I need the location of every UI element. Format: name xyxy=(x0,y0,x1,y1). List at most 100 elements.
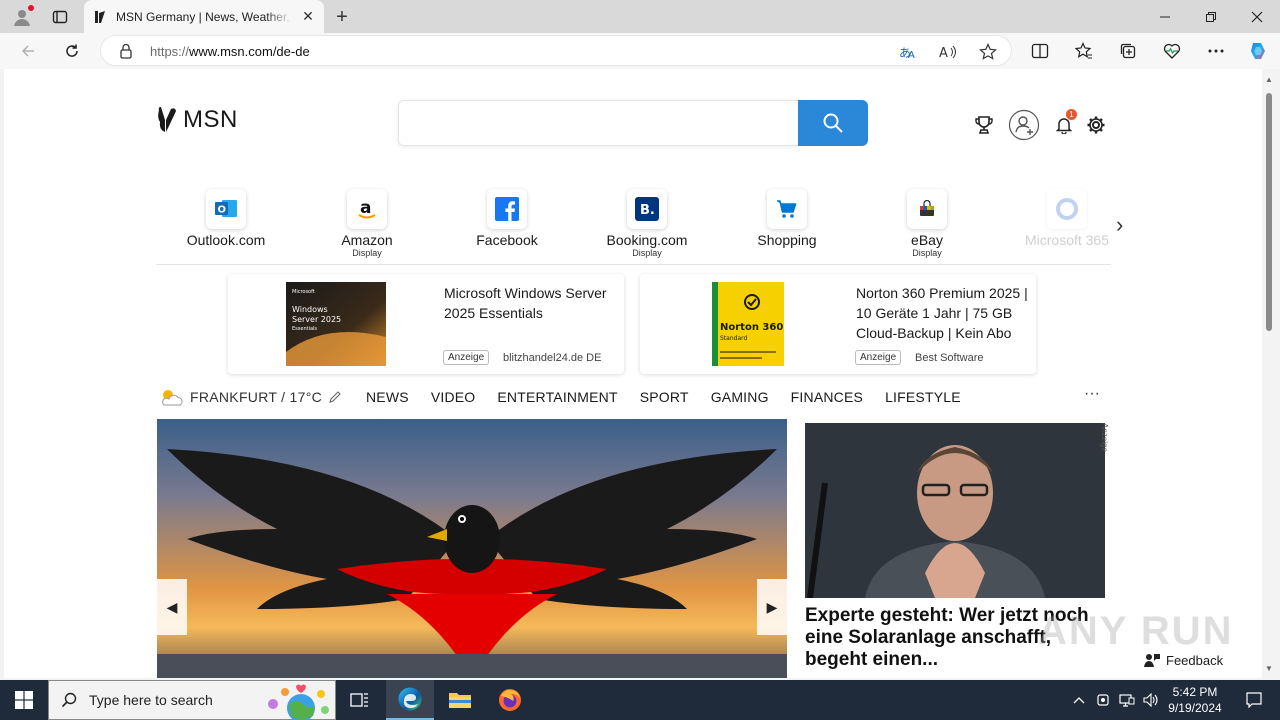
favorites-button[interactable] xyxy=(1070,37,1098,65)
nav-finances[interactable]: FINANCES xyxy=(791,389,863,405)
clock-time: 5:42 PM xyxy=(1172,685,1218,699)
restore-button[interactable] xyxy=(1188,0,1234,33)
profile-button[interactable] xyxy=(10,5,34,29)
edit-pencil-icon[interactable] xyxy=(328,390,342,404)
back-button[interactable] xyxy=(14,37,42,65)
folder-icon xyxy=(449,693,471,708)
url-scheme: https:// xyxy=(150,44,190,59)
nav-entertainment[interactable]: ENTERTAINMENT xyxy=(497,389,617,405)
tab-strip: MSN Germany | News, Weather, Sports ✕ + xyxy=(0,0,1280,33)
favorite-star-icon[interactable] xyxy=(977,41,999,63)
weather-widget[interactable]: FRANKFURT / 17°C xyxy=(158,387,342,407)
nav-lifestyle[interactable]: LIFESTYLE xyxy=(885,389,961,405)
feedback-icon xyxy=(1144,654,1160,667)
volume-icon[interactable] xyxy=(1140,680,1162,720)
url-text[interactable]: https://www.msn.com/de-de xyxy=(150,44,310,59)
lock-icon[interactable] xyxy=(119,43,133,62)
tab-close-icon[interactable]: ✕ xyxy=(300,8,316,25)
svg-text:a: a xyxy=(360,198,371,218)
msn-wordmark: MSN xyxy=(183,106,238,133)
quicklink-ebay[interactable]: eBay Display xyxy=(857,189,997,258)
nav-news[interactable]: NEWS xyxy=(366,389,409,405)
search-highlight-globe-icon xyxy=(268,684,329,720)
ad-image-line1: Standard xyxy=(720,335,747,342)
scrollbar-thumb[interactable] xyxy=(1266,93,1272,331)
read-aloud-icon[interactable]: A xyxy=(937,41,959,63)
minimize-icon xyxy=(1160,16,1170,17)
start-button[interactable] xyxy=(0,680,48,720)
msn-logo[interactable]: MSN xyxy=(157,106,238,134)
copilot-button[interactable] xyxy=(1244,37,1272,65)
tab-msn[interactable]: MSN Germany | News, Weather, Sports ✕ xyxy=(84,0,324,33)
new-tab-button[interactable]: + xyxy=(330,5,354,29)
network-icon[interactable] xyxy=(1116,680,1138,720)
more-dots-icon xyxy=(1208,49,1224,53)
taskbar-search-placeholder: Type here to search xyxy=(89,692,213,708)
translate-icon[interactable]: あA xyxy=(897,41,919,63)
taskbar-firefox[interactable] xyxy=(486,680,534,720)
quicklink-facebook[interactable]: Facebook xyxy=(437,189,577,248)
gear-icon xyxy=(1087,116,1105,134)
minimize-button[interactable] xyxy=(1142,0,1188,33)
tray-overflow-chevron-icon[interactable] xyxy=(1068,680,1090,720)
split-screen-button[interactable] xyxy=(1026,37,1054,65)
settings-more-button[interactable] xyxy=(1202,37,1230,65)
tab-actions-button[interactable] xyxy=(46,5,74,29)
notifications-button[interactable]: 1 xyxy=(1048,109,1080,141)
ad-image-line2: Server 2025 xyxy=(292,315,341,324)
facebook-icon xyxy=(487,189,527,229)
search-button[interactable] xyxy=(798,100,868,146)
scroll-up-arrow-icon[interactable]: ▲ xyxy=(1264,75,1274,85)
refresh-button[interactable] xyxy=(58,37,86,65)
quicklinks-next-chevron-icon[interactable]: › xyxy=(1116,212,1123,238)
quicklink-label: eBay xyxy=(911,232,943,248)
quicklink-booking[interactable]: B. Booking.com Display xyxy=(577,189,717,258)
quicklink-amazon[interactable]: a Amazon Display xyxy=(297,189,437,258)
taskbar-edge[interactable] xyxy=(386,680,434,720)
ad-tag: Anzeige xyxy=(443,350,490,365)
browser-essentials-button[interactable] xyxy=(1158,37,1186,65)
search-input[interactable] xyxy=(398,100,798,146)
nav-video[interactable]: VIDEO xyxy=(431,389,476,405)
partly-cloudy-icon xyxy=(162,390,183,406)
collections-button[interactable] xyxy=(1114,37,1142,65)
hero-carousel[interactable]: ◀ ▶ xyxy=(157,419,787,678)
restore-icon xyxy=(1206,11,1216,22)
quicklink-label: Facebook xyxy=(476,232,538,248)
taskbar-clock[interactable]: 5:42 PM 9/19/2024 xyxy=(1160,684,1230,716)
quicklink-outlook[interactable]: O Outlook.com xyxy=(156,189,296,248)
scroll-down-arrow-icon[interactable]: ▼ xyxy=(1264,664,1274,674)
ad-card-windows-server[interactable]: Microsoft Windows Server 2025 Essentials… xyxy=(228,274,624,374)
taskbar-search-box[interactable]: Type here to search xyxy=(48,680,336,720)
back-arrow-icon xyxy=(21,45,34,57)
hero-next-arrow-icon[interactable]: ▶ xyxy=(757,579,787,635)
ebay-icon xyxy=(907,189,947,229)
feedback-button[interactable]: Feedback xyxy=(1144,652,1223,668)
quicklink-shopping[interactable]: Shopping xyxy=(717,189,857,248)
nav-sport[interactable]: SPORT xyxy=(640,389,689,405)
page-scrollbar[interactable]: ▲ ▼ xyxy=(1262,69,1276,678)
nav-gaming[interactable]: GAMING xyxy=(711,389,769,405)
ad-card-norton[interactable]: Norton 360 Standard Norton 360 Premium 2… xyxy=(640,274,1036,374)
nav-more-dots-icon[interactable]: ··· xyxy=(1084,385,1100,403)
page-settings-button[interactable] xyxy=(1080,109,1112,141)
taskbar-file-explorer[interactable] xyxy=(436,680,484,720)
close-window-button[interactable] xyxy=(1234,0,1280,33)
ad-source: Best Software xyxy=(915,352,984,364)
url-host: www.msn.com/de-de xyxy=(189,44,310,59)
svg-text:A: A xyxy=(908,50,915,60)
task-view-button[interactable] xyxy=(336,680,384,720)
hero-prev-arrow-icon[interactable]: ◀ xyxy=(157,579,187,635)
rewards-button[interactable] xyxy=(968,109,1000,141)
tab-actions-icon xyxy=(52,10,68,24)
tray-device-icon[interactable] xyxy=(1092,680,1114,720)
profile-alert-dot xyxy=(28,5,34,11)
shopping-cart-icon xyxy=(767,189,807,229)
notification-center-button[interactable] xyxy=(1234,680,1274,720)
quicklink-sub: Display xyxy=(632,248,662,258)
quicklink-label: Booking.com xyxy=(606,232,688,248)
address-bar[interactable]: https://www.msn.com/de-de あA A xyxy=(100,35,1012,66)
ad-image-line1: Windows xyxy=(292,305,328,314)
ad-title: Microsoft Windows Server 2025 Essentials xyxy=(444,285,607,321)
sign-in-button[interactable] xyxy=(1008,109,1040,141)
